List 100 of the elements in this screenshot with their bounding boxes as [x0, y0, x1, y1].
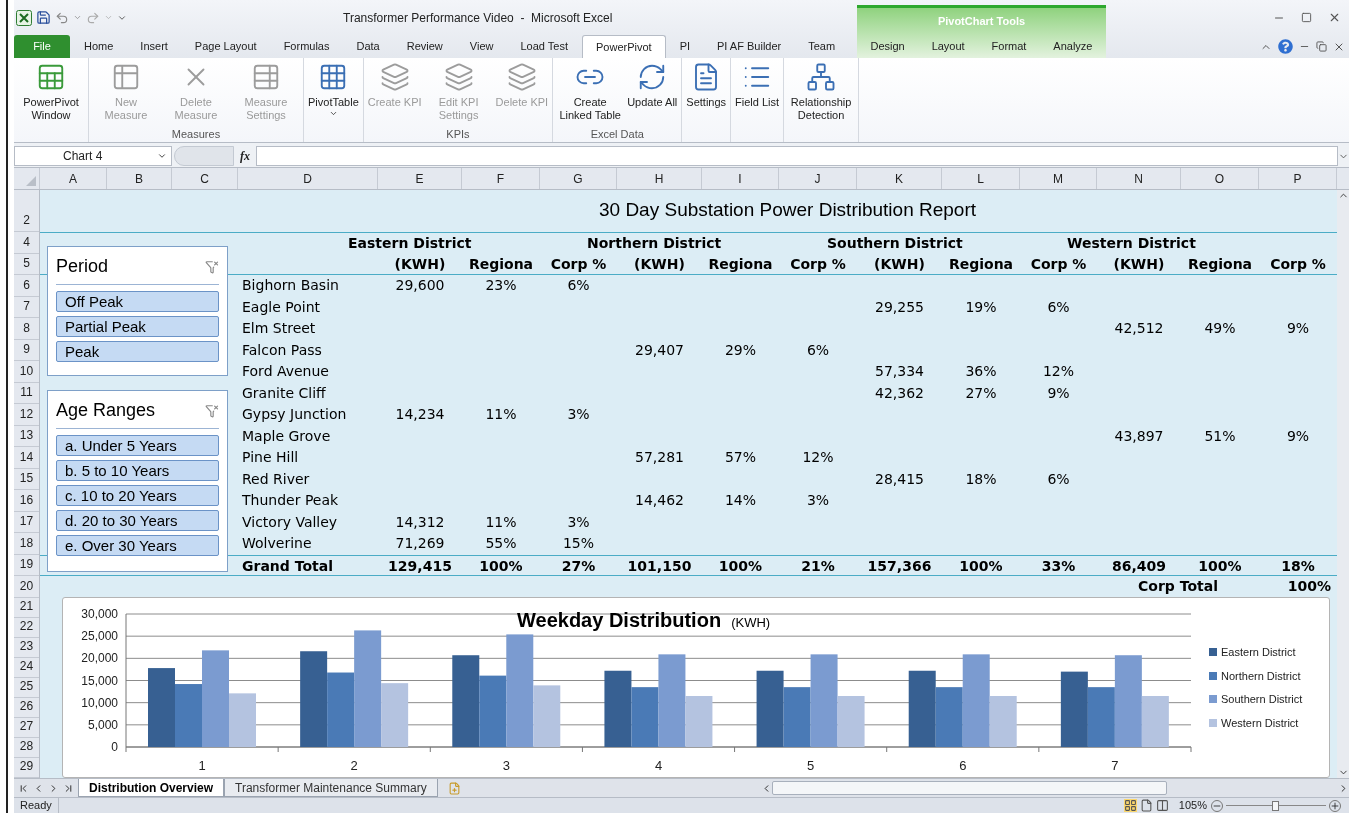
- ribbon-tab[interactable]: Page Layout: [181, 35, 270, 58]
- ribbon-tab[interactable]: Analyze: [1047, 35, 1099, 57]
- ribbon-button[interactable]: PivotTable: [306, 62, 361, 118]
- row-header[interactable]: 5: [14, 253, 39, 275]
- page-layout-icon[interactable]: [1139, 799, 1153, 812]
- function-button[interactable]: fx: [234, 147, 256, 165]
- slicer-item[interactable]: a. Under 5 Years: [56, 435, 219, 456]
- row-header[interactable]: 8: [14, 318, 39, 340]
- row-header[interactable]: 9: [14, 339, 39, 361]
- formula-input[interactable]: [256, 146, 1338, 166]
- column-header[interactable]: I: [702, 168, 779, 189]
- close-icon[interactable]: [1328, 11, 1341, 24]
- column-header[interactable]: D: [238, 168, 378, 189]
- slider-thumb[interactable]: [1272, 800, 1279, 811]
- row-header[interactable]: 12: [14, 404, 39, 426]
- scrollbar-thumb[interactable]: [771, 781, 1167, 795]
- ribbon-tab[interactable]: PI AF Builder: [704, 35, 795, 58]
- ribbon-tab[interactable]: Load Test: [507, 35, 581, 58]
- slicer-panel[interactable]: Period Off Peak Partial Peak Peak: [47, 246, 228, 376]
- column-header[interactable]: O: [1181, 168, 1259, 189]
- column-header[interactable]: K: [857, 168, 942, 189]
- column-header[interactable]: J: [779, 168, 857, 189]
- column-header[interactable]: B: [107, 168, 172, 189]
- last-sheet-icon[interactable]: [63, 782, 74, 794]
- help-icon[interactable]: [1278, 39, 1293, 54]
- slicer-item[interactable]: e. Over 30 Years: [56, 535, 219, 556]
- ribbon-tab[interactable]: Insert: [127, 35, 181, 58]
- maximize-icon[interactable]: [1301, 12, 1312, 23]
- row-header[interactable]: 11: [14, 382, 39, 404]
- row-header[interactable]: 26: [14, 697, 39, 718]
- row-header[interactable]: 2: [14, 190, 39, 232]
- column-header[interactable]: L: [942, 168, 1020, 189]
- clear-filter-icon[interactable]: [205, 259, 219, 274]
- ribbon-tab[interactable]: Design: [864, 35, 911, 57]
- ribbon-tab[interactable]: PowerPivot: [582, 35, 666, 58]
- row-header[interactable]: 14: [14, 447, 39, 469]
- ribbon-tab[interactable]: Formulas: [270, 35, 343, 58]
- row-header[interactable]: 4: [14, 232, 39, 254]
- new-sheet-icon[interactable]: [447, 781, 461, 795]
- expand-handle[interactable]: [174, 146, 234, 166]
- row-header[interactable]: 24: [14, 657, 39, 678]
- row-header[interactable]: 6: [14, 275, 39, 297]
- ribbon-button[interactable]: Relationship Detection: [786, 62, 857, 122]
- row-header[interactable]: 17: [14, 511, 39, 533]
- ribbon-tab[interactable]: Team: [795, 35, 849, 58]
- column-header[interactable]: N: [1097, 168, 1181, 189]
- slicer-item[interactable]: Peak: [56, 341, 219, 362]
- row-header[interactable]: 27: [14, 717, 39, 738]
- column-header[interactable]: C: [172, 168, 238, 189]
- slicer-panel[interactable]: Age Ranges a. Under 5 Years b. 5 to 10 Years c. 10 to 20 Years d. 20 to 30 Years e. Over 30 Years: [47, 390, 228, 572]
- page-break-icon[interactable]: [1155, 799, 1169, 812]
- row-header[interactable]: 22: [14, 617, 39, 638]
- column-header[interactable]: M: [1020, 168, 1097, 189]
- row-header[interactable]: 20: [14, 576, 39, 598]
- slicer-item[interactable]: Off Peak: [56, 291, 219, 312]
- row-header[interactable]: 7: [14, 296, 39, 318]
- spreadsheet-logo[interactable]: [16, 9, 32, 26]
- ribbon-button[interactable]: Settings: [684, 62, 729, 109]
- slicer-item[interactable]: d. 20 to 30 Years: [56, 510, 219, 531]
- row-header[interactable]: 13: [14, 425, 39, 447]
- row-header[interactable]: 21: [14, 597, 39, 618]
- row-header[interactable]: 15: [14, 468, 39, 490]
- clear-filter-icon[interactable]: [205, 403, 219, 418]
- ribbon-tab[interactable]: Data: [343, 35, 393, 58]
- caret-icon[interactable]: [73, 13, 82, 22]
- ribbon-tab[interactable]: File: [14, 35, 70, 58]
- chart-panel[interactable]: 0 5,000 10,000 15,000 20,000 25,000 30,000 1 2 3 4 5 6 7 Weekday Distribution (KWH) Eastern District Northern District Southern District Western District: [62, 597, 1330, 778]
- column-header[interactable]: E: [378, 168, 462, 189]
- restore-icon[interactable]: [1316, 41, 1327, 52]
- ribbon-tab[interactable]: Layout: [925, 35, 971, 57]
- redo-icon[interactable]: [86, 10, 100, 25]
- name-box[interactable]: Chart 4: [14, 146, 172, 166]
- undo-icon[interactable]: [55, 10, 69, 25]
- row-header[interactable]: 19: [14, 554, 39, 576]
- sheet-tab[interactable]: Transformer Maintenance Summary: [224, 779, 438, 797]
- ribbon-tab[interactable]: Review: [393, 35, 456, 58]
- slicer-item[interactable]: b. 5 to 10 Years: [56, 460, 219, 481]
- slicer-item[interactable]: Partial Peak: [56, 316, 219, 337]
- column-header[interactable]: P: [1259, 168, 1337, 189]
- normal-view-icon[interactable]: [1123, 799, 1137, 812]
- zoom-level[interactable]: 105%: [1178, 797, 1207, 813]
- row-header[interactable]: 10: [14, 361, 39, 383]
- row-header[interactable]: 29: [14, 757, 39, 778]
- ribbon-button[interactable]: Update All: [625, 62, 680, 109]
- row-header[interactable]: 18: [14, 533, 39, 555]
- column-header[interactable]: A: [40, 168, 107, 189]
- slicer-item[interactable]: c. 10 to 20 Years: [56, 485, 219, 506]
- ribbon-tab[interactable]: View: [456, 35, 507, 58]
- column-header[interactable]: G: [540, 168, 617, 189]
- save-icon[interactable]: [36, 10, 51, 25]
- zoom-slider[interactable]: [1226, 799, 1326, 812]
- first-sheet-icon[interactable]: [18, 782, 29, 794]
- ribbon-button[interactable]: Create Linked Table: [555, 62, 626, 122]
- row-header[interactable]: 28: [14, 737, 39, 758]
- sheet-tab[interactable]: Distribution Overview: [78, 779, 225, 797]
- column-header[interactable]: F: [462, 168, 540, 189]
- ribbon-tab[interactable]: Format: [985, 35, 1033, 57]
- ribbon-tab[interactable]: PI: [666, 35, 704, 58]
- row-header[interactable]: 16: [14, 490, 39, 512]
- ribbon-button[interactable]: Field List: [733, 62, 782, 109]
